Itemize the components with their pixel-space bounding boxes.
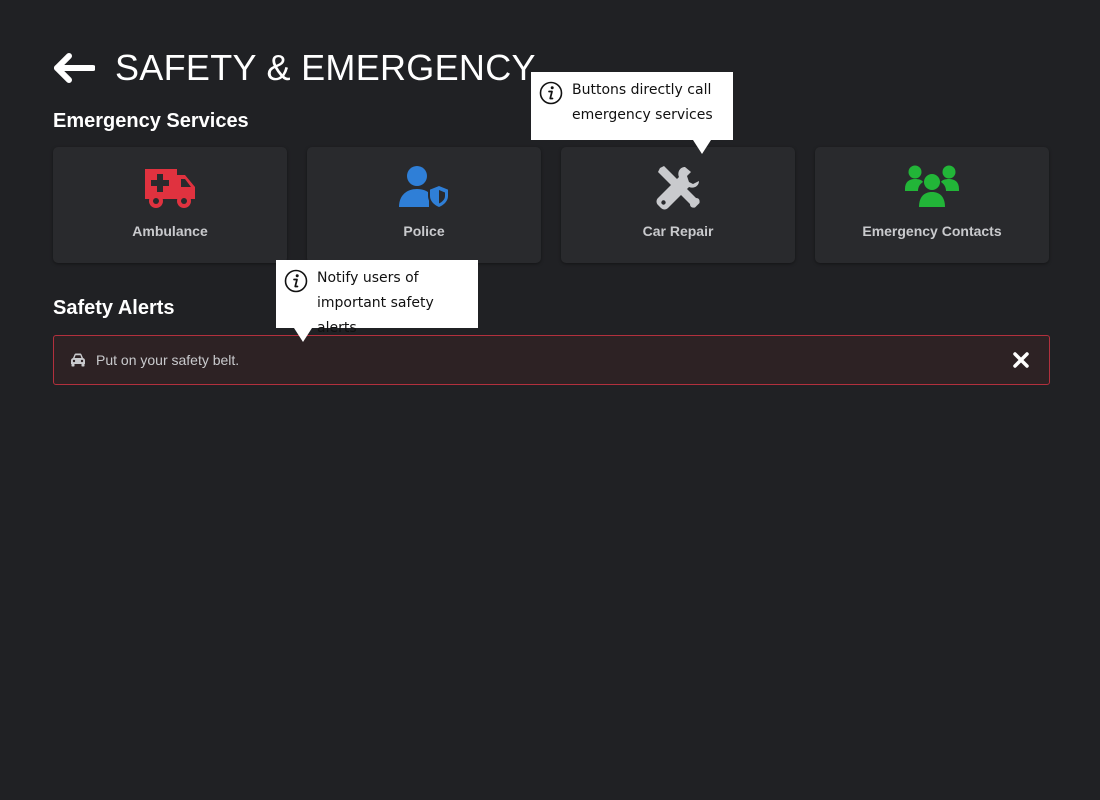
ambulance-icon	[145, 169, 195, 208]
back-button[interactable]	[53, 52, 97, 84]
annotation-text: Notify users of important safety alerts	[317, 270, 434, 336]
header: SAFETY & EMERGENCY	[53, 46, 536, 90]
ambulance-button[interactable]: Ambulance	[53, 147, 287, 263]
annotation-text: Buttons directly call emergency services	[572, 82, 713, 123]
car-repair-button[interactable]: Car Repair	[561, 147, 795, 263]
page-title: SAFETY & EMERGENCY	[115, 47, 536, 88]
info-icon	[539, 81, 563, 105]
police-icon	[399, 166, 450, 209]
safety-alerts-title: Safety Alerts	[53, 297, 175, 319]
emergency-contacts-label: Emergency Contacts	[862, 223, 1002, 239]
emergency-contacts-button[interactable]: Emergency Contacts	[815, 147, 1049, 263]
emergency-contacts-icon	[905, 165, 959, 207]
police-label: Police	[403, 223, 445, 239]
emergency-services-list: Ambulance Police Car Repair Emergency Co…	[53, 147, 1049, 263]
annotation-tooltip-services: Buttons directly call emergency services	[531, 72, 733, 154]
police-button[interactable]: Police	[307, 147, 541, 263]
annotation-tooltip-alerts: Notify users of important safety alerts	[276, 260, 478, 342]
arrow-left-icon	[54, 53, 95, 83]
safety-alert-text: Put on your safety belt.	[96, 352, 240, 368]
car-icon	[70, 353, 86, 367]
info-icon	[284, 269, 308, 293]
close-icon	[1013, 352, 1029, 368]
safety-alert: Put on your safety belt.	[53, 335, 1050, 385]
ambulance-label: Ambulance	[132, 223, 208, 239]
safety-emergency-page: SAFETY & EMERGENCY Emergency Services Am…	[0, 0, 1100, 800]
close-alert-button[interactable]	[1011, 350, 1031, 370]
emergency-services-title: Emergency Services	[53, 110, 249, 132]
car-repair-icon	[656, 166, 700, 210]
car-repair-label: Car Repair	[642, 223, 714, 239]
